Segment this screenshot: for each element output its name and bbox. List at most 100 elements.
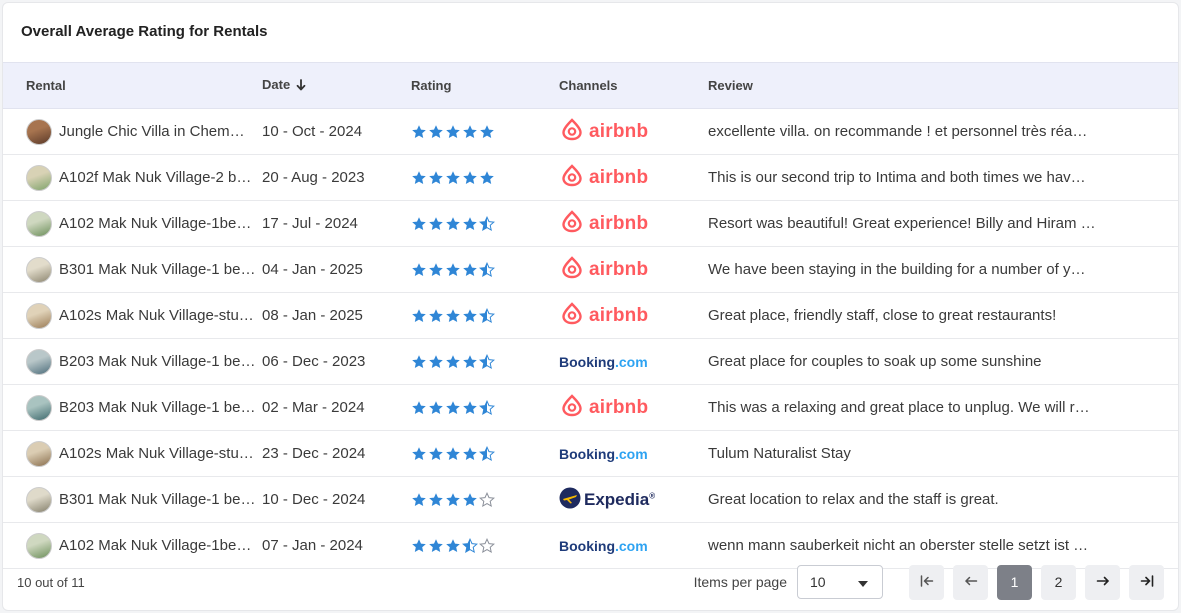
table-row[interactable]: B301 Mak Nuk Village-1 be… 10 - Dec - 202… bbox=[3, 477, 1178, 523]
review-text[interactable]: We have been staying in the building for… bbox=[708, 261, 1178, 278]
star-rating bbox=[411, 215, 559, 232]
booking-logo: Booking.com bbox=[559, 339, 708, 384]
table-row[interactable]: Jungle Chic Villa in Chem… 10 - Oct - 202… bbox=[3, 109, 1178, 155]
channel-cell: airbnb bbox=[559, 201, 708, 247]
table-header-row: Rental Date Rating Channels Review bbox=[3, 62, 1178, 109]
arrow-left-icon bbox=[964, 574, 978, 590]
column-header-rental[interactable]: Rental bbox=[3, 62, 262, 109]
rental-avatar bbox=[26, 210, 52, 237]
next-page-button[interactable] bbox=[1085, 564, 1120, 600]
star-icon bbox=[428, 400, 444, 416]
channel-cell: airbnb bbox=[559, 293, 708, 339]
airbnb-icon bbox=[559, 162, 585, 194]
star-icon bbox=[479, 170, 495, 186]
rental-name[interactable]: A102s Mak Nuk Village-stu… bbox=[59, 307, 254, 324]
rental-name[interactable]: Jungle Chic Villa in Chem… bbox=[59, 123, 245, 140]
review-text[interactable]: This is our second trip to Intima and bo… bbox=[708, 169, 1178, 186]
star-icon bbox=[479, 353, 495, 370]
table-row[interactable]: A102s Mak Nuk Village-stu… 08 - Jan - 202… bbox=[3, 293, 1178, 339]
table-row[interactable]: A102f Mak Nuk Village-2 b… 20 - Aug - 202… bbox=[3, 155, 1178, 201]
column-header-review[interactable]: Review bbox=[708, 62, 1178, 109]
channel-cell: airbnb bbox=[559, 155, 708, 201]
rating-cell bbox=[411, 477, 559, 523]
rating-cell bbox=[411, 201, 559, 247]
review-text[interactable]: Great location to relax and the staff is… bbox=[708, 491, 1178, 508]
result-count: 10 out of 11 bbox=[17, 574, 85, 590]
rental-name[interactable]: B203 Mak Nuk Village-1 be… bbox=[59, 399, 256, 416]
rating-cell bbox=[411, 339, 559, 385]
review-cell: Great location to relax and the staff is… bbox=[708, 477, 1178, 523]
review-cell: Tulum Naturalist Stay bbox=[708, 431, 1178, 477]
previous-page-button[interactable] bbox=[953, 564, 988, 600]
star-icon bbox=[462, 262, 478, 278]
review-cell: This was a relaxing and great place to u… bbox=[708, 385, 1178, 431]
channel-cell: airbnb bbox=[559, 385, 708, 431]
star-icon bbox=[462, 170, 478, 186]
star-icon bbox=[428, 354, 444, 370]
star-rating bbox=[411, 261, 559, 278]
table-row[interactable]: B203 Mak Nuk Village-1 be… 02 - Mar - 202… bbox=[3, 385, 1178, 431]
review-text[interactable]: This was a relaxing and great place to u… bbox=[708, 399, 1178, 416]
rental-name[interactable]: B203 Mak Nuk Village-1 be… bbox=[59, 353, 256, 370]
star-icon bbox=[479, 124, 495, 140]
star-icon bbox=[411, 354, 427, 370]
star-icon bbox=[411, 216, 427, 232]
rental-name[interactable]: B301 Mak Nuk Village-1 be… bbox=[59, 261, 256, 278]
table-footer: 10 out of 11 Items per page 10 1 2 bbox=[3, 554, 1178, 610]
booking-wordmark: Booking.com bbox=[559, 537, 648, 554]
expedia-icon bbox=[559, 487, 581, 513]
airbnb-wordmark: airbnb bbox=[589, 304, 649, 326]
review-text[interactable]: Resort was beautiful! Great experience! … bbox=[708, 215, 1178, 232]
star-icon bbox=[411, 446, 427, 462]
table-row[interactable]: A102s Mak Nuk Village-stu… 23 - Dec - 202… bbox=[3, 431, 1178, 477]
arrow-down-icon[interactable] bbox=[296, 78, 306, 94]
review-text[interactable]: Great place, friendly staff, close to gr… bbox=[708, 307, 1178, 324]
table-row[interactable]: B203 Mak Nuk Village-1 be… 06 - Dec - 202… bbox=[3, 339, 1178, 385]
page-button-1[interactable]: 1 bbox=[997, 564, 1032, 600]
review-text[interactable]: excellente villa. on recommande ! et per… bbox=[708, 123, 1178, 140]
table-row[interactable]: B301 Mak Nuk Village-1 be… 04 - Jan - 202… bbox=[3, 247, 1178, 293]
airbnb-wordmark: airbnb bbox=[589, 258, 649, 280]
star-icon bbox=[428, 308, 444, 324]
items-per-page-select[interactable]: 10 bbox=[797, 565, 883, 599]
rental-name[interactable]: A102 Mak Nuk Village-1be… bbox=[59, 215, 251, 232]
review-cell: Great place, friendly staff, close to gr… bbox=[708, 293, 1178, 339]
rental-avatar bbox=[26, 394, 52, 421]
star-icon bbox=[462, 308, 478, 324]
rental-name[interactable]: A102 Mak Nuk Village-1be… bbox=[59, 537, 251, 554]
star-icon bbox=[428, 262, 444, 278]
booking-wordmark: Booking.com bbox=[559, 445, 648, 462]
channel-cell: airbnb bbox=[559, 109, 708, 155]
channel-cell: Expedia® bbox=[559, 477, 708, 523]
review-text[interactable]: Tulum Naturalist Stay bbox=[708, 445, 1178, 462]
rental-name[interactable]: B301 Mak Nuk Village-1 be… bbox=[59, 491, 256, 508]
rental-cell: A102f Mak Nuk Village-2 b… bbox=[3, 155, 262, 201]
rental-avatar bbox=[26, 302, 52, 329]
review-text[interactable]: wenn mann sauberkeit nicht an oberster s… bbox=[708, 537, 1178, 554]
date-cell: 08 - Jan - 2025 bbox=[262, 307, 363, 324]
rental-avatar bbox=[26, 164, 52, 191]
review-text[interactable]: Great place for couples to soak up some … bbox=[708, 353, 1178, 370]
booking-wordmark: Booking.com bbox=[559, 353, 648, 370]
airbnb-logo: airbnb bbox=[559, 155, 708, 200]
airbnb-wordmark: airbnb bbox=[589, 120, 649, 142]
star-icon bbox=[428, 492, 444, 508]
page-button-2[interactable]: 2 bbox=[1041, 564, 1076, 600]
first-page-button[interactable] bbox=[909, 564, 944, 600]
rental-name[interactable]: A102s Mak Nuk Village-stu… bbox=[59, 445, 254, 462]
last-page-button[interactable] bbox=[1129, 564, 1164, 600]
booking-logo: Booking.com bbox=[559, 431, 708, 476]
airbnb-wordmark: airbnb bbox=[589, 166, 649, 188]
column-header-date[interactable]: Date bbox=[262, 62, 411, 109]
star-icon bbox=[428, 446, 444, 462]
column-header-channels[interactable]: Channels bbox=[559, 62, 708, 109]
column-header-date-label: Date bbox=[262, 77, 291, 93]
star-icon bbox=[462, 446, 478, 462]
channel-cell: Booking.com bbox=[559, 431, 708, 477]
table-row[interactable]: A102 Mak Nuk Village-1be… 17 - Jul - 2024… bbox=[3, 201, 1178, 247]
star-icon bbox=[411, 124, 427, 140]
column-header-rating[interactable]: Rating bbox=[411, 62, 559, 109]
star-rating bbox=[411, 445, 559, 462]
airbnb-wordmark: airbnb bbox=[589, 212, 649, 234]
rental-name[interactable]: A102f Mak Nuk Village-2 b… bbox=[59, 169, 251, 186]
